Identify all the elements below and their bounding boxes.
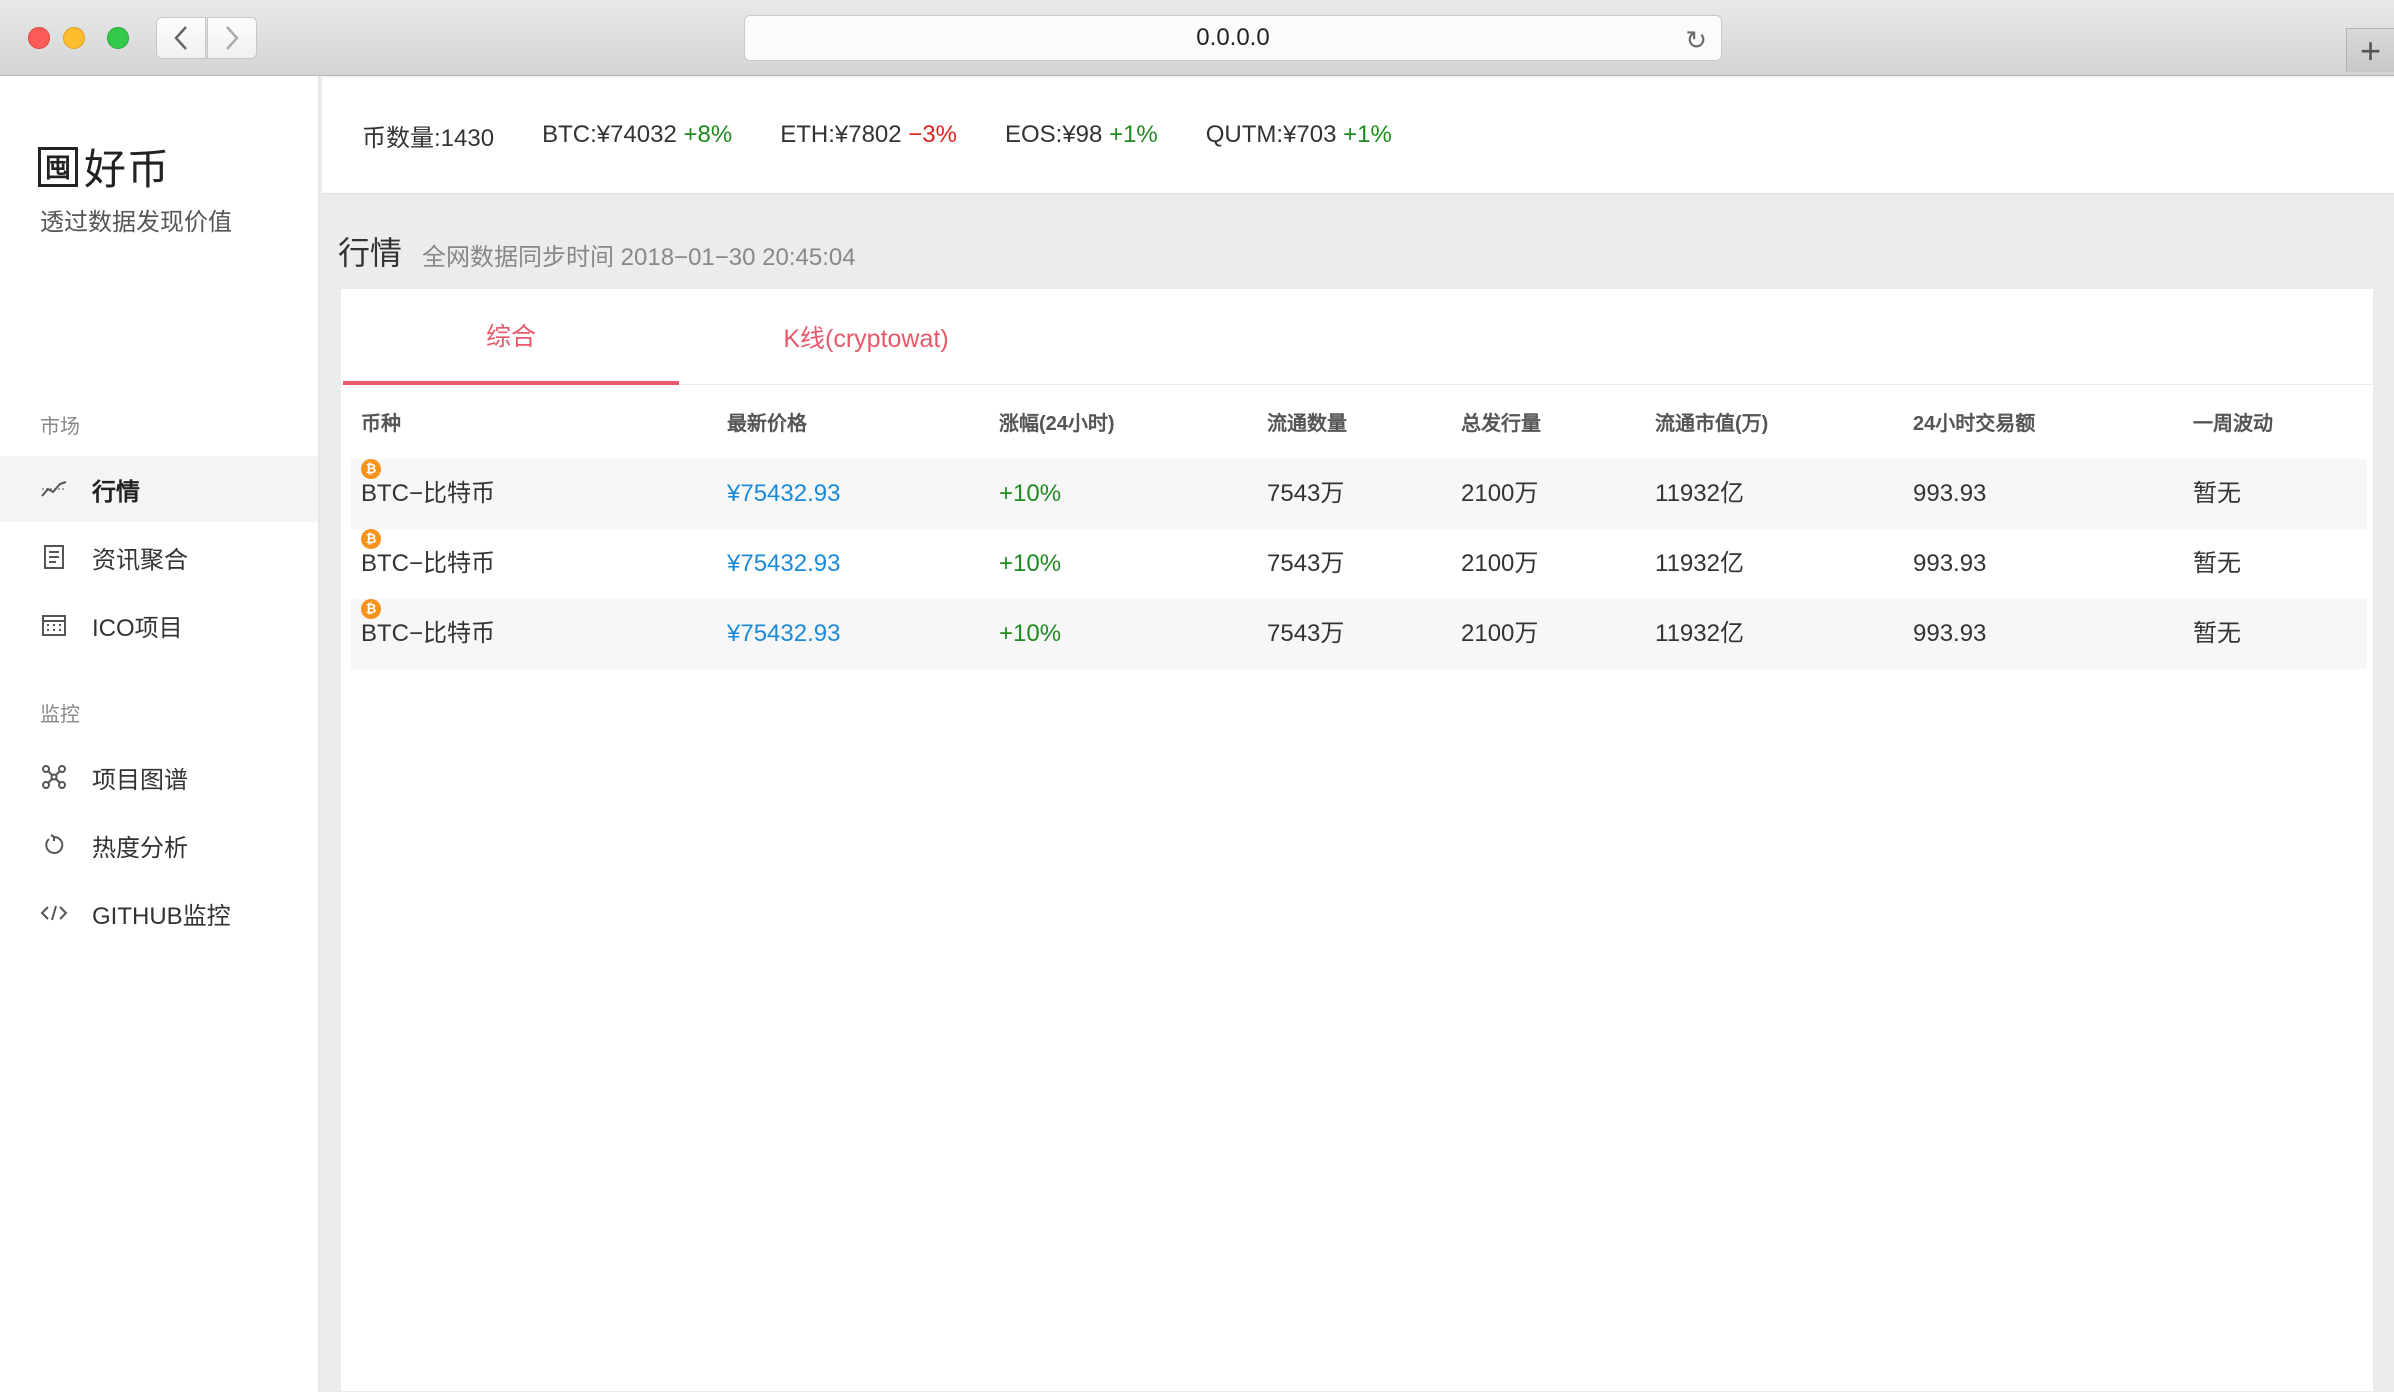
volume-cell: 993.93 bbox=[1913, 620, 1987, 647]
chevron-left-icon bbox=[174, 26, 187, 50]
circulating-cell: 7543万 bbox=[1267, 480, 1345, 507]
sidebar: 囤 好币 透过数据发现价值 市场 行情 资讯聚合 ICO项目 监控 项目图谱 热… bbox=[0, 76, 320, 1392]
forward-button[interactable] bbox=[207, 17, 257, 59]
ticker-bar: 币数量:1430 BTC:¥74032 +8% ETH:¥7802 −3% EO… bbox=[322, 77, 2394, 194]
ticker-price: QUTM:¥703 bbox=[1205, 121, 1337, 148]
close-window-button[interactable] bbox=[28, 27, 50, 49]
total-supply-cell: 2100万 bbox=[1461, 550, 1539, 577]
sidebar-section-monitor: 监控 bbox=[40, 704, 80, 726]
sidebar-item-ico[interactable]: ICO项目 bbox=[0, 592, 318, 658]
column-header-circulating[interactable]: 流通数量 bbox=[1267, 401, 1347, 447]
market-panel: 综合 K线(cryptowat) 币种 最新价格 涨幅(24小时) 流通数量 总… bbox=[340, 288, 2374, 1392]
new-tab-button[interactable]: + bbox=[2346, 28, 2394, 72]
sidebar-item-label: 热度分析 bbox=[92, 834, 188, 862]
column-header-price[interactable]: 最新价格 bbox=[727, 401, 807, 447]
price-cell: ¥75432.93 bbox=[727, 550, 841, 577]
column-header-change[interactable]: 涨幅(24小时) bbox=[999, 401, 1115, 447]
sidebar-item-market-quotes[interactable]: 行情 bbox=[0, 456, 318, 522]
coin-name: BTC−比特币 bbox=[361, 480, 496, 507]
change-cell: +10% bbox=[999, 620, 1062, 647]
coin-name: BTC−比特币 bbox=[361, 550, 496, 577]
brand-subtitle: 透过数据发现价值 bbox=[40, 209, 232, 236]
column-header-volume[interactable]: 24小时交易额 bbox=[1913, 401, 2035, 447]
brand-title: 好币 bbox=[84, 146, 171, 193]
ticker-price: BTC:¥74032 bbox=[542, 121, 677, 148]
sidebar-item-label: 行情 bbox=[92, 478, 140, 506]
ticker-item-btc[interactable]: BTC:¥74032 +8% bbox=[542, 121, 732, 149]
chevron-right-icon bbox=[226, 26, 239, 50]
tab-overview[interactable]: 综合 bbox=[343, 289, 679, 385]
coin-name: BTC−比特币 bbox=[361, 620, 496, 647]
minimize-window-button[interactable] bbox=[63, 27, 85, 49]
ticker-item-eth[interactable]: ETH:¥7802 −3% bbox=[780, 121, 957, 149]
sidebar-item-project-graph[interactable]: 项目图谱 bbox=[0, 744, 318, 810]
address-bar[interactable]: 0.0.0.0 ↻ bbox=[744, 15, 1722, 61]
table-header: 币种 最新价格 涨幅(24小时) 流通数量 总发行量 流通市值(万) 24小时交… bbox=[351, 401, 2367, 447]
weekly-cell: 暂无 bbox=[2193, 480, 2241, 507]
reload-icon[interactable]: ↻ bbox=[1685, 25, 1707, 56]
column-header-market-cap[interactable]: 流通市值(万) bbox=[1655, 401, 1768, 447]
graph-icon bbox=[38, 764, 70, 790]
ticker-change: +1% bbox=[1343, 121, 1392, 148]
tab-kline[interactable]: K线(cryptowat) bbox=[681, 289, 1051, 385]
code-icon bbox=[38, 904, 70, 922]
volume-cell: 993.93 bbox=[1913, 550, 1987, 577]
tab-bar: 综合 K线(cryptowat) bbox=[341, 289, 2373, 385]
table-row[interactable]: ₿ BTC−比特币 ¥75432.93 +10% 7543万 2100万 1193… bbox=[351, 529, 2367, 599]
back-button[interactable] bbox=[156, 17, 206, 59]
sync-timestamp: 全网数据同步时间 2018−01−30 20:45:04 bbox=[422, 244, 856, 271]
sidebar-item-github-monitor[interactable]: GITHUB监控 bbox=[0, 880, 318, 946]
weekly-cell: 暂无 bbox=[2193, 620, 2241, 647]
price-cell: ¥75432.93 bbox=[727, 620, 841, 647]
calendar-icon bbox=[38, 613, 70, 637]
volume-cell: 993.93 bbox=[1913, 480, 1987, 507]
sidebar-section-market: 市场 bbox=[40, 416, 80, 438]
price-cell: ¥75432.93 bbox=[727, 480, 841, 507]
sidebar-item-label: GITHUB监控 bbox=[92, 902, 231, 930]
news-icon bbox=[38, 545, 70, 569]
market-cap-cell: 11932亿 bbox=[1655, 620, 1744, 647]
address-bar-url: 0.0.0.0 bbox=[1196, 24, 1270, 51]
ticker-change: +1% bbox=[1109, 121, 1158, 148]
circulating-cell: 7543万 bbox=[1267, 550, 1345, 577]
market-cap-cell: 11932亿 bbox=[1655, 550, 1744, 577]
ticker-item-eos[interactable]: EOS:¥98 +1% bbox=[1005, 121, 1158, 149]
total-supply-cell: 2100万 bbox=[1461, 480, 1539, 507]
change-cell: +10% bbox=[999, 480, 1062, 507]
chart-trend-icon bbox=[38, 480, 70, 498]
sidebar-item-heat-analysis[interactable]: 热度分析 bbox=[0, 812, 318, 878]
market-cap-cell: 11932亿 bbox=[1655, 480, 1744, 507]
ticker-price: ETH:¥7802 bbox=[780, 121, 902, 148]
weekly-cell: 暂无 bbox=[2193, 550, 2241, 577]
coin-count: 币数量:1430 bbox=[362, 124, 495, 152]
sidebar-item-label: 资讯聚合 bbox=[92, 546, 188, 574]
timer-icon bbox=[38, 833, 70, 857]
sidebar-item-label: 项目图谱 bbox=[92, 766, 188, 794]
page-title: 行情 bbox=[338, 235, 403, 271]
zoom-window-button[interactable] bbox=[107, 27, 129, 49]
ticker-item-qutm[interactable]: QUTM:¥703 +1% bbox=[1206, 121, 1392, 149]
ticker-change: +8% bbox=[683, 121, 733, 148]
circulating-cell: 7543万 bbox=[1267, 620, 1345, 647]
column-header-total-supply[interactable]: 总发行量 bbox=[1461, 401, 1541, 447]
ticker-price: EOS:¥98 bbox=[1004, 121, 1103, 148]
table-row[interactable]: ₿ BTC−比特币 ¥75432.93 +10% 7543万 2100万 1193… bbox=[351, 599, 2367, 669]
ticker-change: −3% bbox=[908, 121, 957, 148]
total-supply-cell: 2100万 bbox=[1461, 620, 1539, 647]
brand-icon: 囤 bbox=[38, 146, 78, 187]
sidebar-item-label: ICO项目 bbox=[92, 614, 183, 642]
table-row[interactable]: ₿ BTC−比特币 ¥75432.93 +10% 7543万 2100万 1193… bbox=[351, 459, 2367, 529]
sidebar-item-news[interactable]: 资讯聚合 bbox=[0, 524, 318, 590]
brand-logo[interactable]: 囤 好币 bbox=[38, 136, 170, 197]
column-header-weekly[interactable]: 一周波动 bbox=[2193, 401, 2273, 447]
change-cell: +10% bbox=[999, 550, 1062, 577]
browser-titlebar: 0.0.0.0 ↻ + bbox=[0, 0, 2394, 76]
